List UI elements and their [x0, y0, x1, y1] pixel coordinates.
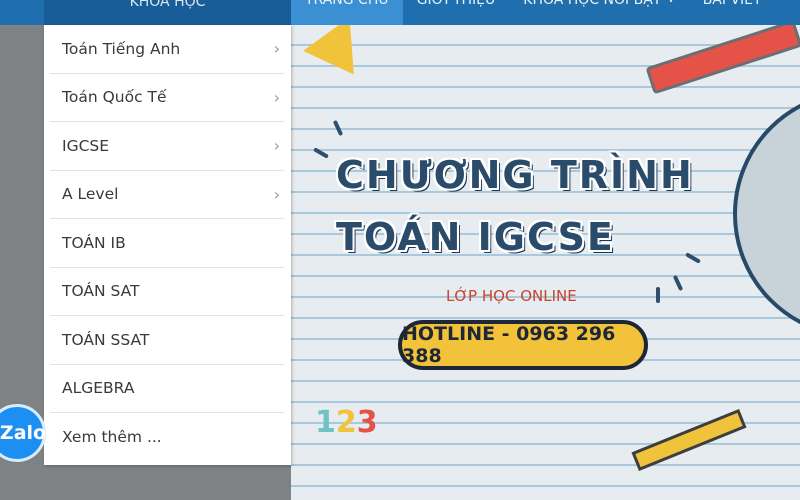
menu-item-algebra[interactable]: ALGEBRA	[50, 365, 284, 413]
chevron-right-icon: ›	[273, 39, 280, 59]
menu-item-toan-quoc-te[interactable]: Toán Quốc Tế ›	[50, 74, 284, 122]
nav-items: TRANG CHỦ GIỚI THIỆU KHÓA HỌC NỔI BẬT ∨ …	[291, 0, 776, 25]
menu-item-label: Toán Tiếng Anh	[62, 39, 181, 58]
banner-title-line1: CHƯƠNG TRÌNH	[336, 153, 694, 197]
nav-item-label: KHÓA HỌC NỔI BẬT	[523, 0, 662, 8]
menu-item-toan-sat[interactable]: TOÁN SAT	[50, 268, 284, 316]
chevron-right-icon: ›	[273, 87, 280, 107]
menu-bottom-overlay	[44, 465, 291, 500]
menu-item-igcse[interactable]: IGCSE ›	[50, 122, 284, 171]
hero-banner: CHƯƠNG TRÌNH TOÁN IGCSE LỚP HỌC ONLINE H…	[291, 25, 800, 500]
numbers-illustration: 123	[315, 405, 378, 440]
pencil-illustration	[631, 409, 747, 471]
number-two: 2	[335, 405, 357, 440]
decor-dash	[672, 274, 684, 292]
banner-subtitle: LỚP HỌC ONLINE	[446, 287, 577, 305]
ruler-illustration	[645, 25, 800, 95]
nav-item-home[interactable]: TRANG CHỦ	[291, 0, 403, 25]
nav-item-about[interactable]: GIỚI THIỆU	[403, 0, 510, 25]
set-square-illustration	[303, 25, 375, 75]
chevron-down-icon: ∨	[667, 0, 674, 5]
nav-item-featured-courses[interactable]: KHÓA HỌC NỔI BẬT ∨	[509, 0, 688, 25]
menu-item-label: TOÁN IB	[62, 233, 126, 252]
decor-dash	[685, 252, 701, 264]
number-three: 3	[356, 405, 378, 440]
menu-item-toan-ssat[interactable]: TOÁN SSAT	[50, 316, 284, 365]
menu-item-label: TOÁN SAT	[62, 282, 140, 301]
menu-item-label: Xem thêm ...	[62, 428, 162, 447]
nav-item-label: GIỚI THIỆU	[416, 0, 496, 8]
banner-title-line2: TOÁN IGCSE	[336, 215, 615, 259]
circle-photo	[733, 90, 800, 338]
chevron-right-icon: ›	[273, 184, 280, 204]
zalo-label: Zalo	[0, 422, 47, 444]
menu-item-a-level[interactable]: A Level ›	[50, 171, 284, 219]
menu-item-label: A Level	[62, 185, 119, 204]
menu-item-label: TOÁN SSAT	[62, 330, 150, 349]
decor-dash	[313, 147, 329, 159]
decor-dash	[656, 287, 660, 303]
decor-dash	[332, 119, 344, 137]
category-menu-header[interactable]: KHÓA HỌC	[44, 0, 291, 25]
nav-item-articles[interactable]: BÀI VIẾT	[689, 0, 776, 25]
hotline-label: HOTLINE - 0963 296 388	[402, 323, 616, 367]
menu-item-label: Toán Quốc Tế	[62, 88, 167, 107]
number-one: 1	[315, 405, 336, 440]
menu-item-toan-tieng-anh[interactable]: Toán Tiếng Anh ›	[50, 25, 284, 74]
hotline-button[interactable]: HOTLINE - 0963 296 388	[398, 320, 648, 370]
nav-item-label: BÀI VIẾT	[702, 0, 762, 8]
course-dropdown-menu: Toán Tiếng Anh › Toán Quốc Tế › IGCSE › …	[44, 25, 291, 465]
chevron-right-icon: ›	[273, 136, 280, 156]
top-navigation-bar: KHÓA HỌC TRANG CHỦ GIỚI THIỆU KHÓA HỌC N…	[0, 0, 800, 25]
menu-item-see-more[interactable]: Xem thêm ...	[50, 413, 284, 462]
menu-item-label: IGCSE	[62, 136, 110, 155]
nav-item-label: TRANG CHỦ	[305, 0, 389, 8]
menu-item-toan-ib[interactable]: TOÁN IB	[50, 219, 284, 268]
menu-item-label: ALGEBRA	[62, 379, 135, 398]
category-menu-header-label: KHÓA HỌC	[129, 0, 206, 10]
